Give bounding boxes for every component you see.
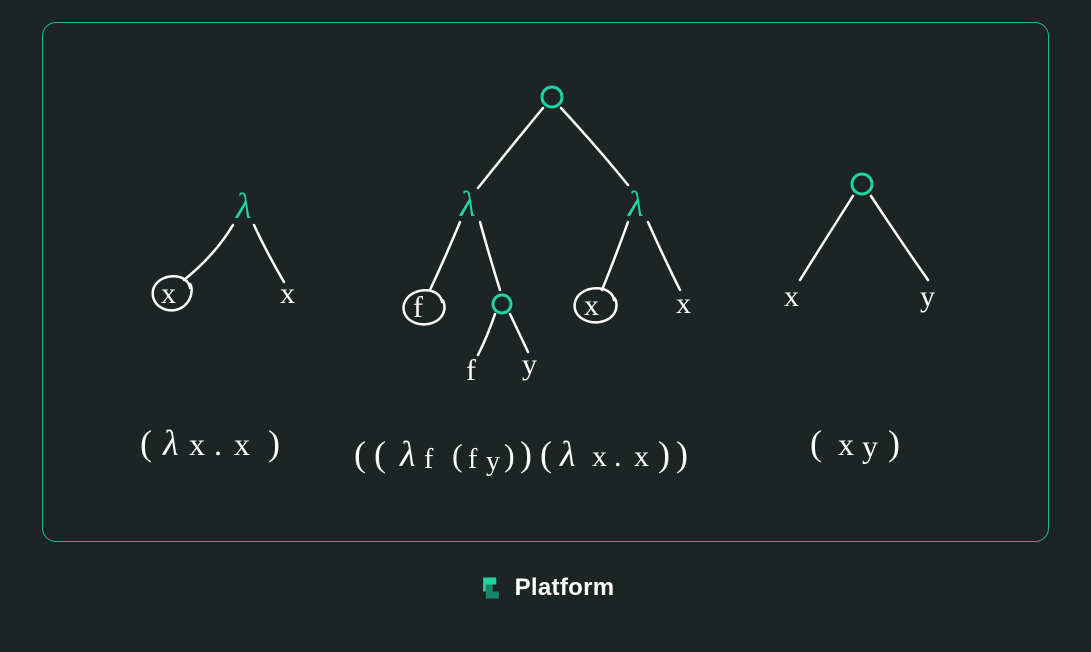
binder-x-node-2: x <box>575 288 617 322</box>
c2-f2: f <box>468 444 478 475</box>
c3-rp: ) <box>888 423 900 463</box>
binder-label: x <box>584 289 599 322</box>
application-node-root <box>542 87 562 107</box>
c2-lp2: ( <box>374 434 386 474</box>
c3-lp: ( <box>810 423 822 463</box>
tree-edge <box>478 314 495 355</box>
c2-lp3: ( <box>452 437 463 473</box>
caption-token-x2: x <box>234 426 250 462</box>
var-f: f <box>466 354 476 387</box>
c2-rp4: ) <box>676 434 688 474</box>
footer: Platform <box>0 574 1091 609</box>
diagram-svg: λ x x ( λ x . x ) λ f <box>0 0 1091 560</box>
c3-y: y <box>862 428 878 464</box>
c2-rp3: ) <box>658 434 670 474</box>
platform-logo-icon <box>477 574 505 602</box>
tree-edge <box>430 222 460 290</box>
tree-edge <box>184 225 233 280</box>
tree-edge <box>602 222 628 290</box>
tree-edge <box>800 196 853 280</box>
binder-label: f <box>413 291 423 324</box>
tree-edge <box>648 222 680 290</box>
c2-lp4: ( <box>540 434 552 474</box>
tree-edge <box>480 222 500 290</box>
application-node <box>852 174 872 194</box>
application-node-inner <box>493 295 511 313</box>
caption-token-x: x <box>189 426 205 462</box>
c2-x1: x <box>592 440 607 473</box>
brand-name: Platform <box>515 574 615 602</box>
c2-y: y <box>486 446 500 477</box>
c2-rp2: ) <box>520 434 532 474</box>
c2-rp1: ) <box>504 437 515 473</box>
binder-x-node: x <box>153 276 192 310</box>
var-x: x <box>280 277 295 310</box>
c2-f: f <box>424 444 434 475</box>
lambda-node: λ <box>235 186 252 226</box>
caption-simple: ( x y ) <box>810 423 900 464</box>
var-y: y <box>522 348 537 381</box>
c2-lambda1: λ <box>399 434 416 474</box>
caption-token-dot: . <box>214 426 222 462</box>
tree-edge <box>478 108 543 188</box>
binder-label: x <box>161 277 176 310</box>
tree-edge <box>510 314 528 352</box>
caption-middle: ( ( λ f ( f y ) ) ( λ x . x ) ) <box>354 434 688 477</box>
c2-x2: x <box>634 440 649 473</box>
binder-circle <box>404 290 445 324</box>
tree-edge <box>561 108 628 185</box>
caption-token-lambda: λ <box>162 423 179 463</box>
lambda-node-left: λ <box>459 184 476 224</box>
caption-token-lparen: ( <box>140 423 152 463</box>
var-x: x <box>784 280 799 313</box>
caption-token-rparen: ) <box>268 423 280 463</box>
lambda-node-right: λ <box>627 184 644 224</box>
c2-lp1: ( <box>354 434 366 474</box>
caption-identity: ( λ x . x ) <box>140 423 280 463</box>
var-x: x <box>676 287 691 320</box>
binder-f-node: f <box>404 290 445 324</box>
c2-dot: . <box>614 440 622 473</box>
c2-lambda2: λ <box>559 434 576 474</box>
tree-application-abstractions: λ f f y λ x x <box>404 87 691 387</box>
tree-identity: λ x x <box>153 186 295 310</box>
c3-x: x <box>838 426 854 462</box>
var-y: y <box>920 280 935 313</box>
tree-simple-application: x y <box>784 174 935 313</box>
tree-edge <box>254 225 284 282</box>
tree-edge <box>871 196 928 280</box>
